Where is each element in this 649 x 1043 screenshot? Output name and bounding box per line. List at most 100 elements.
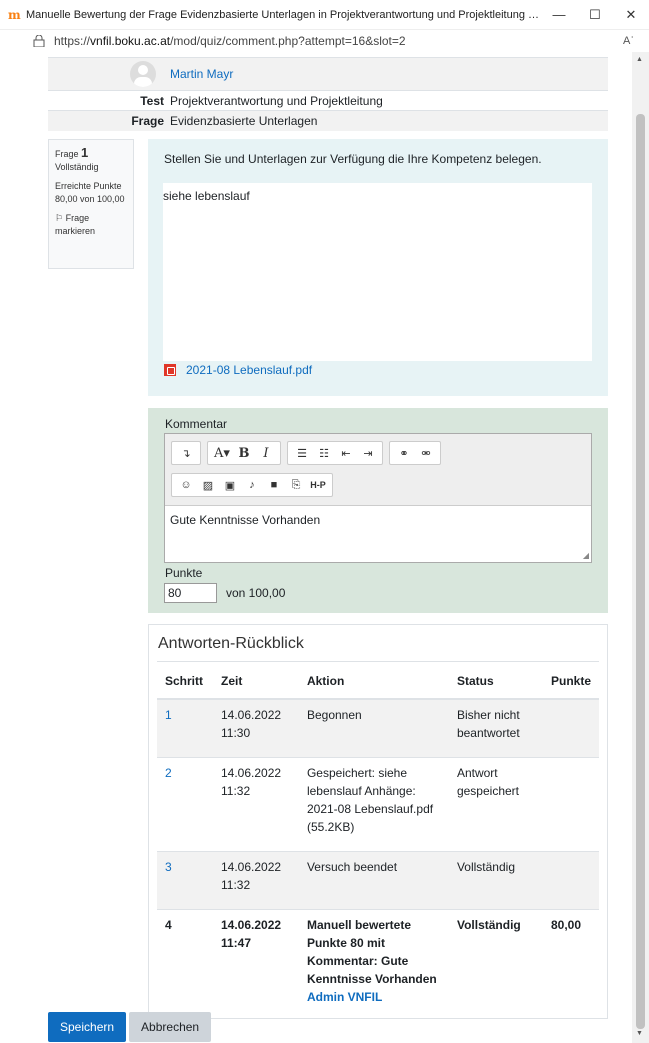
save-button[interactable]: Speichern bbox=[48, 1012, 127, 1042]
action-text: Manuell bewertete Punkte 80 mit Kommenta… bbox=[306, 917, 437, 986]
lock-icon bbox=[33, 35, 45, 47]
moodle-icon: m bbox=[8, 7, 21, 22]
table-cell: Vollständig bbox=[448, 908, 543, 1012]
italic-icon[interactable]: I bbox=[255, 446, 277, 461]
points-input[interactable]: 80 bbox=[164, 583, 217, 603]
media-icon[interactable]: ▣ bbox=[219, 479, 241, 492]
table-row: 2 14.06.2022 11:32 Gespeichert: siehe le… bbox=[157, 756, 599, 851]
step-link[interactable]: 2 bbox=[157, 756, 213, 851]
comment-textarea[interactable]: Gute Kenntnisse Vorhanden ◢ bbox=[165, 505, 591, 562]
emoticon-icon[interactable]: ☺ bbox=[175, 479, 197, 491]
address-bar[interactable]: https://vnfil.boku.ac.at/mod/quiz/commen… bbox=[0, 30, 649, 52]
test-value: Projektverantwortung und Projektleitung bbox=[170, 93, 383, 108]
bold-icon[interactable]: B bbox=[233, 446, 255, 461]
table-cell: 14.06.2022 11:32 bbox=[212, 850, 299, 909]
question-row: Frage Evidenzbasierte Unterlagen bbox=[48, 110, 608, 131]
attempt-info-table: Martin Mayr Test Projektverantwortung un… bbox=[48, 57, 608, 131]
points-max: von 100,00 bbox=[226, 586, 286, 600]
scroll-down-icon[interactable]: ▼ bbox=[636, 1030, 643, 1037]
table-cell: 14.06.2022 11:32 bbox=[212, 756, 299, 851]
editor-toolbar-row-1: ↴ A▾ B I ☰ ☷ ⇤ ⇥ ⚭ ⚮ bbox=[171, 441, 447, 465]
resize-handle-icon[interactable]: ◢ bbox=[583, 551, 589, 560]
column-header: Zeit bbox=[212, 661, 299, 700]
step-link[interactable]: 1 bbox=[157, 698, 213, 757]
column-header: Aktion bbox=[298, 661, 449, 700]
scrollbar-thumb[interactable] bbox=[636, 114, 645, 1029]
user-row: Martin Mayr bbox=[48, 57, 608, 90]
step-link[interactable]: 3 bbox=[157, 850, 213, 909]
history-table: Schritt Zeit Aktion Status Punkte 1 14.0… bbox=[157, 661, 599, 1012]
grade-label: Erreichte Punkte bbox=[55, 181, 122, 191]
outdent-icon[interactable]: ⇤ bbox=[335, 447, 357, 460]
manage-files-icon[interactable]: ⎘ bbox=[285, 479, 307, 492]
table-cell: 14.06.2022 11:47 bbox=[212, 908, 299, 1012]
user-link[interactable]: Martin Mayr bbox=[170, 67, 233, 81]
table-row-current: 4 14.06.2022 11:47 Manuell bewertete Pun… bbox=[157, 908, 599, 1012]
record-audio-icon[interactable]: ♪ bbox=[241, 479, 263, 491]
test-row: Test Projektverantwortung und Projektlei… bbox=[48, 90, 608, 110]
close-button[interactable]: ✕ bbox=[613, 7, 649, 23]
table-cell: Manuell bewertete Punkte 80 mit Kommenta… bbox=[298, 908, 449, 1012]
h5p-icon[interactable]: H-P bbox=[307, 480, 329, 490]
answer-text: siehe lebenslauf bbox=[163, 183, 592, 361]
table-cell: Begonnen bbox=[298, 698, 449, 757]
maximize-button[interactable]: ☐ bbox=[577, 7, 613, 23]
step-current: 4 bbox=[157, 908, 213, 1012]
paragraph-style-icon[interactable]: A▾ bbox=[211, 446, 233, 461]
indent-icon[interactable]: ⇥ bbox=[357, 447, 379, 460]
comment-label: Kommentar bbox=[165, 417, 228, 431]
flag-question[interactable]: ⚐ Frage markieren bbox=[55, 212, 127, 238]
comment-editor: ↴ A▾ B I ☰ ☷ ⇤ ⇥ ⚭ ⚮ ☺ ▨ ▣ ♪ ■ ⎘ H-P Gut… bbox=[164, 433, 592, 563]
table-cell bbox=[542, 756, 599, 851]
window-titlebar: m Manuelle Bewertung der Frage Evidenzba… bbox=[0, 0, 649, 30]
page-content: Martin Mayr Test Projektverantwortung un… bbox=[0, 52, 632, 1043]
minimize-button[interactable]: — bbox=[541, 7, 577, 22]
cancel-button[interactable]: Abbrechen bbox=[129, 1012, 212, 1042]
column-header: Status bbox=[448, 661, 543, 700]
flag-icon: ⚐ bbox=[55, 213, 64, 223]
table-row: 1 14.06.2022 11:30 Begonnen Bisher nicht… bbox=[157, 698, 599, 757]
form-buttons: Speichern Abbrechen bbox=[48, 1012, 212, 1042]
table-cell: Vollständig bbox=[448, 850, 543, 909]
pdf-icon bbox=[164, 364, 176, 376]
question-label: Frage bbox=[131, 114, 164, 128]
link-icon[interactable]: ⚭ bbox=[393, 447, 415, 460]
grade-value: 80,00 von 100,00 bbox=[55, 194, 125, 204]
response-history: Antworten-Rückblick Schritt Zeit Aktion … bbox=[148, 624, 608, 1019]
record-video-icon[interactable]: ■ bbox=[263, 479, 285, 491]
scroll-up-icon[interactable]: ▲ bbox=[636, 56, 643, 63]
history-title: Antworten-Rückblick bbox=[158, 635, 304, 652]
question-value: Evidenzbasierte Unterlagen bbox=[170, 114, 318, 128]
table-cell bbox=[542, 850, 599, 909]
table-cell: Gespeichert: siehe lebenslauf Anhänge: 2… bbox=[298, 756, 449, 851]
table-cell bbox=[542, 698, 599, 757]
window-title: Manuelle Bewertung der Frage Evidenzbasi… bbox=[26, 8, 541, 21]
attachment-link[interactable]: 2021-08 Lebenslauf.pdf bbox=[164, 363, 312, 377]
url-text[interactable]: https://vnfil.boku.ac.at/mod/quiz/commen… bbox=[54, 34, 623, 48]
table-cell: Antwort gespeichert bbox=[448, 756, 543, 851]
question-formulation: Stellen Sie und Unterlagen zur Verfügung… bbox=[148, 139, 608, 396]
comment-section: Kommentar ↴ A▾ B I ☰ ☷ ⇤ ⇥ ⚭ ⚮ ☺ ▨ ▣ ♪ ■… bbox=[148, 408, 608, 613]
table-cell: Bisher nicht beantwortet bbox=[448, 698, 543, 757]
toolbar-toggle-icon[interactable]: ↴ bbox=[175, 447, 197, 460]
column-header: Schritt bbox=[157, 661, 213, 700]
table-cell: 14.06.2022 11:30 bbox=[212, 698, 299, 757]
test-label: Test bbox=[140, 93, 164, 108]
bullet-list-icon[interactable]: ☰ bbox=[291, 447, 313, 460]
question-info: Frage 1 Vollständig Erreichte Punkte 80,… bbox=[48, 139, 134, 269]
question-state: Vollständig bbox=[55, 162, 99, 172]
column-header: Punkte bbox=[542, 661, 599, 700]
image-icon[interactable]: ▨ bbox=[197, 479, 219, 492]
numbered-list-icon[interactable]: ☷ bbox=[313, 447, 335, 460]
table-row: 3 14.06.2022 11:32 Versuch beendet Volls… bbox=[157, 850, 599, 909]
question-number: Frage 1 bbox=[55, 145, 89, 160]
unlink-icon[interactable]: ⚮ bbox=[415, 447, 437, 460]
vertical-scrollbar[interactable]: ▲ ▼ bbox=[632, 52, 649, 1043]
question-text: Stellen Sie und Unterlagen zur Verfügung… bbox=[164, 152, 542, 166]
table-cell: 80,00 bbox=[542, 908, 599, 1012]
table-cell: Versuch beendet bbox=[298, 850, 449, 909]
read-aloud-icon[interactable]: Aʾ bbox=[623, 35, 649, 47]
editor-toolbar-row-2: ☺ ▨ ▣ ♪ ■ ⎘ H-P bbox=[171, 473, 339, 497]
avatar[interactable] bbox=[130, 61, 156, 87]
action-user-link[interactable]: Admin VNFIL bbox=[307, 990, 382, 1004]
